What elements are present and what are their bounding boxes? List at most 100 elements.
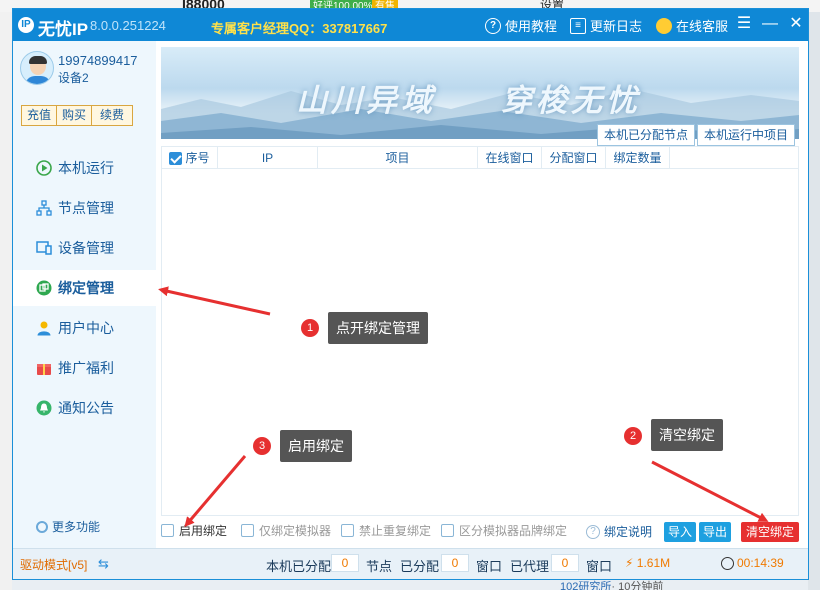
user-device: 设备2 (58, 71, 89, 85)
emulator-only-checkbox[interactable]: 仅绑定模拟器 (241, 522, 331, 539)
service-button[interactable]: 在线客服 (656, 16, 728, 35)
select-all-checkbox[interactable] (169, 151, 183, 165)
export-button[interactable]: 导出 (699, 522, 731, 542)
assigned-label: 本机已分配 (266, 559, 332, 574)
window-label: 窗口 (476, 559, 503, 574)
renew-button[interactable]: 续费 (92, 106, 132, 125)
recharge-button[interactable]: 充值 (22, 106, 57, 125)
tab-running-items[interactable]: 本机运行中项目 (697, 124, 795, 146)
emulator-only-label: 仅绑定模拟器 (259, 524, 332, 538)
annotation-callout-2: 清空绑定 (651, 419, 723, 451)
column-ip[interactable]: IP (218, 147, 318, 169)
checkbox[interactable] (441, 524, 454, 537)
import-button[interactable]: 导入 (664, 522, 696, 542)
column-assigned-windows[interactable]: 分配窗口 (542, 147, 606, 169)
clock-icon (721, 556, 734, 570)
background-left-edge (0, 12, 12, 590)
enable-binding-checkbox[interactable]: 启用绑定 (161, 522, 227, 539)
brand-distinct-checkbox[interactable]: 区分模拟器品牌绑定 (441, 522, 567, 539)
annotation-callout-1: 点开绑定管理 (328, 312, 428, 344)
allocated-count: 0 (441, 554, 469, 572)
column-bind-count[interactable]: 绑定数量 (606, 147, 670, 169)
headset-icon (656, 17, 672, 34)
clear-binding-button[interactable]: 清空绑定 (741, 522, 799, 542)
tutorial-button[interactable]: ? 使用教程 (485, 16, 557, 35)
bind-icon (36, 280, 52, 296)
annotation-badge-1: 1 (301, 319, 319, 337)
user-phone: 19974899417 (58, 53, 138, 68)
tab-assigned-nodes[interactable]: 本机已分配节点 (597, 124, 695, 146)
background-author: 102研究所 (560, 581, 612, 590)
binding-help-link[interactable]: ? 绑定说明 (586, 523, 652, 540)
sidebar-item-label: 用户中心 (58, 320, 114, 336)
account-actions: 充值 购买 续费 (21, 105, 133, 126)
sidebar-item-label: 绑定管理 (58, 280, 114, 296)
app-logo-icon: IP (18, 17, 34, 33)
allocated-label: 已分配 (400, 559, 440, 574)
table-header: 序号 IP 项目 在线窗口 分配窗口 绑定数量 (162, 147, 798, 169)
binding-help-label: 绑定说明 (604, 525, 653, 539)
sidebar-item-label: 设备管理 (58, 240, 114, 256)
no-repeat-checkbox[interactable]: 禁止重复绑定 (341, 522, 431, 539)
app-name: 无忧IP (38, 20, 89, 39)
lightning-icon: ⚡ (625, 556, 634, 570)
sidebar-item-label: 节点管理 (58, 200, 114, 216)
menu-icon[interactable]: ☰ (734, 14, 754, 34)
column-online-windows[interactable]: 在线窗口 (478, 147, 542, 169)
tutorial-label: 使用教程 (505, 19, 558, 34)
node-label: 节点 (366, 559, 393, 574)
refresh-icon[interactable]: ⇆ (98, 556, 109, 572)
more-features-label: 更多功能 (52, 520, 101, 534)
column-index[interactable]: 序号 (162, 147, 218, 169)
device-icon (36, 241, 52, 255)
checkbox[interactable] (161, 524, 174, 537)
title-bar[interactable]: IP 无忧IP 8.0.0.251224 专属客户经理QQ：337817667 … (13, 9, 808, 41)
play-icon (36, 160, 52, 176)
binding-table: 序号 IP 项目 在线窗口 分配窗口 绑定数量 (161, 146, 799, 516)
speed-indicator: ⚡ 1.61M (625, 556, 670, 570)
manager-contact: 专属客户经理QQ：337817667 (211, 21, 388, 36)
sidebar-item-binding[interactable]: 绑定管理 (13, 270, 156, 306)
user-icon (37, 321, 51, 336)
sidebar: 19974899417 设备2 充值 购买 续费 本机运行 节点管理 设备管理 … (13, 41, 156, 548)
driver-mode[interactable]: 驱动模式[v5] (20, 556, 87, 573)
more-features-button[interactable]: 更多功能 (36, 518, 100, 535)
gear-icon (36, 520, 48, 533)
question-icon: ? (485, 17, 501, 34)
app-version: 8.0.0.251224 (90, 18, 166, 33)
gift-icon (37, 364, 51, 375)
sidebar-item-notice[interactable]: 通知公告 (13, 390, 156, 426)
close-icon[interactable]: ✕ (786, 14, 806, 34)
app-window: IP 无忧IP 8.0.0.251224 专属客户经理QQ：337817667 … (12, 8, 809, 580)
assigned-count: 0 (331, 554, 359, 572)
changelog-label: 更新日志 (590, 19, 643, 34)
changelog-button[interactable]: ≡ 更新日志 (570, 16, 642, 35)
proxied-label: 已代理 (510, 559, 550, 574)
sidebar-item-label: 推广福利 (58, 360, 114, 376)
no-repeat-label: 禁止重复绑定 (359, 524, 432, 538)
sidebar-item-devices[interactable]: 设备管理 (13, 230, 156, 266)
sidebar-item-user[interactable]: 用户中心 (13, 310, 156, 346)
document-icon: ≡ (570, 17, 586, 34)
sidebar-item-promo[interactable]: 推广福利 (13, 350, 156, 386)
sidebar-item-label: 本机运行 (58, 160, 114, 176)
speed-value: 1.61M (636, 556, 671, 570)
sidebar-item-label: 通知公告 (58, 400, 114, 416)
enable-binding-label: 启用绑定 (179, 524, 228, 538)
checkbox[interactable] (341, 524, 354, 537)
avatar[interactable] (20, 51, 54, 85)
session-timer: 00:14:39 (721, 556, 784, 570)
status-bar: 驱动模式[v5] ⇆ 本机已分配 0 节点 已分配 0 窗口 已代理 0 窗口 … (13, 548, 808, 579)
column-project[interactable]: 项目 (318, 147, 478, 169)
sidebar-item-nodes[interactable]: 节点管理 (13, 190, 156, 226)
timer-value: 00:14:39 (737, 556, 784, 570)
question-icon: ? (586, 524, 600, 539)
checkbox[interactable] (241, 524, 254, 537)
annotation-badge-2: 2 (624, 427, 642, 445)
binding-options: 启用绑定 仅绑定模拟器 禁止重复绑定 区分模拟器品牌绑定 ? 绑定说明 导入 导… (161, 522, 801, 542)
sidebar-item-run[interactable]: 本机运行 (13, 150, 156, 186)
service-label: 在线客服 (676, 19, 729, 34)
buy-button[interactable]: 购买 (57, 106, 92, 125)
window-label-2: 窗口 (586, 559, 613, 574)
minimize-icon[interactable]: — (760, 14, 780, 34)
